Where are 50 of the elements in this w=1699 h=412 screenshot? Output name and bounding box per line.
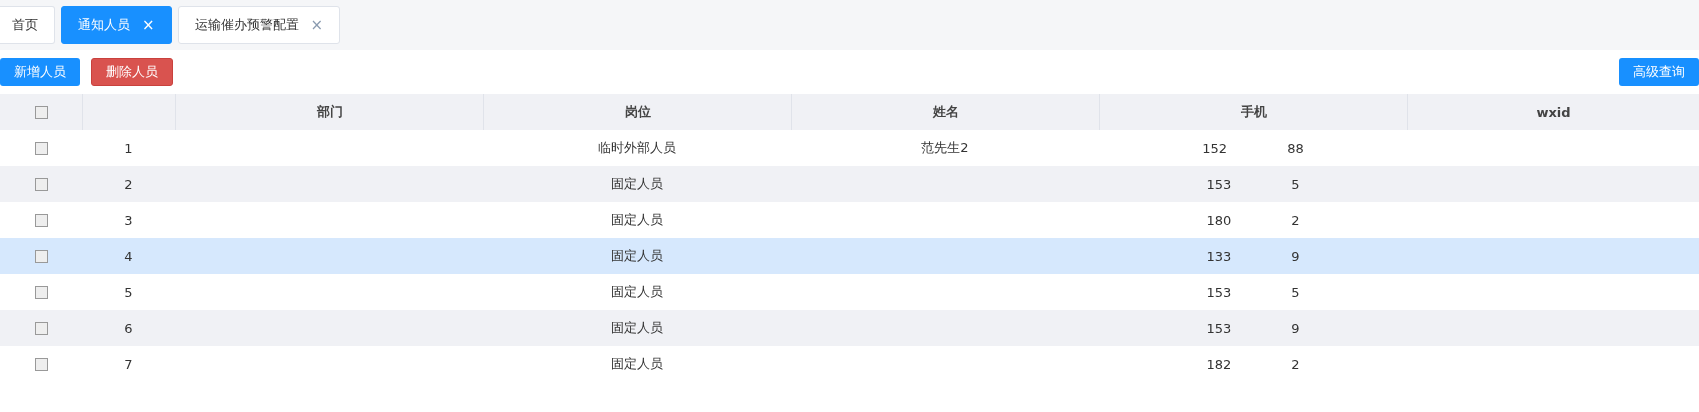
tab[interactable]: 首页 xyxy=(0,6,55,44)
phone-suffix: 88 xyxy=(1287,140,1304,156)
column-header: 部门 xyxy=(316,103,343,121)
select-all-checkbox[interactable] xyxy=(34,105,48,119)
phone-prefix: 153 xyxy=(1206,320,1232,336)
table-cell: 固定人员 xyxy=(611,211,663,229)
table-cell: 固定人员 xyxy=(611,247,663,265)
column-header: wxid xyxy=(1536,104,1571,120)
column-header: 手机 xyxy=(1240,103,1267,121)
tab[interactable]: 通知人员 × xyxy=(61,6,172,44)
phone-prefix: 182 xyxy=(1206,356,1232,372)
phone-prefix: 152 xyxy=(1202,140,1228,156)
action-button[interactable]: 删除人员 xyxy=(91,58,173,86)
table-cell: 范先生2 xyxy=(921,139,969,157)
column-header: 岗位 xyxy=(624,103,651,121)
close-icon[interactable]: × xyxy=(142,16,155,34)
column-header: 姓名 xyxy=(932,103,959,121)
search-button[interactable]: 高级查询 xyxy=(1619,58,1699,86)
table-cell: 固定人员 xyxy=(611,355,663,373)
phone-suffix: 9 xyxy=(1291,248,1300,264)
row-number: 4 xyxy=(124,248,133,264)
tab[interactable]: 运输催办预警配置 × xyxy=(177,6,341,44)
row-checkbox[interactable] xyxy=(34,213,48,227)
row-checkbox[interactable] xyxy=(34,177,48,191)
row-number: 2 xyxy=(124,176,133,192)
phone-suffix: 5 xyxy=(1291,284,1300,300)
phone-prefix: 153 xyxy=(1206,176,1232,192)
table-cell: 固定人员 xyxy=(611,283,663,301)
row-number: 3 xyxy=(124,212,133,228)
row-number: 6 xyxy=(124,320,133,336)
phone-prefix: 153 xyxy=(1206,284,1232,300)
row-number: 5 xyxy=(124,284,133,300)
row-checkbox[interactable] xyxy=(34,357,48,371)
table-cell: 固定人员 xyxy=(611,175,663,193)
phone-suffix: 2 xyxy=(1291,356,1300,372)
phone-suffix: 2 xyxy=(1291,212,1300,228)
row-number: 1 xyxy=(124,140,133,156)
action-button[interactable]: 新增人员 xyxy=(0,58,80,86)
phone-prefix: 133 xyxy=(1206,248,1232,264)
row-checkbox[interactable] xyxy=(34,141,48,155)
close-icon[interactable]: × xyxy=(310,16,324,34)
phone-suffix: 9 xyxy=(1291,320,1300,336)
phone-prefix: 180 xyxy=(1206,212,1232,228)
phone-suffix: 5 xyxy=(1291,176,1300,192)
row-checkbox[interactable] xyxy=(34,321,48,335)
row-checkbox[interactable] xyxy=(34,285,48,299)
row-checkbox[interactable] xyxy=(34,249,48,263)
row-number: 7 xyxy=(124,356,133,372)
table-cell: 固定人员 xyxy=(611,319,663,337)
table-cell: 临时外部人员 xyxy=(598,139,676,157)
